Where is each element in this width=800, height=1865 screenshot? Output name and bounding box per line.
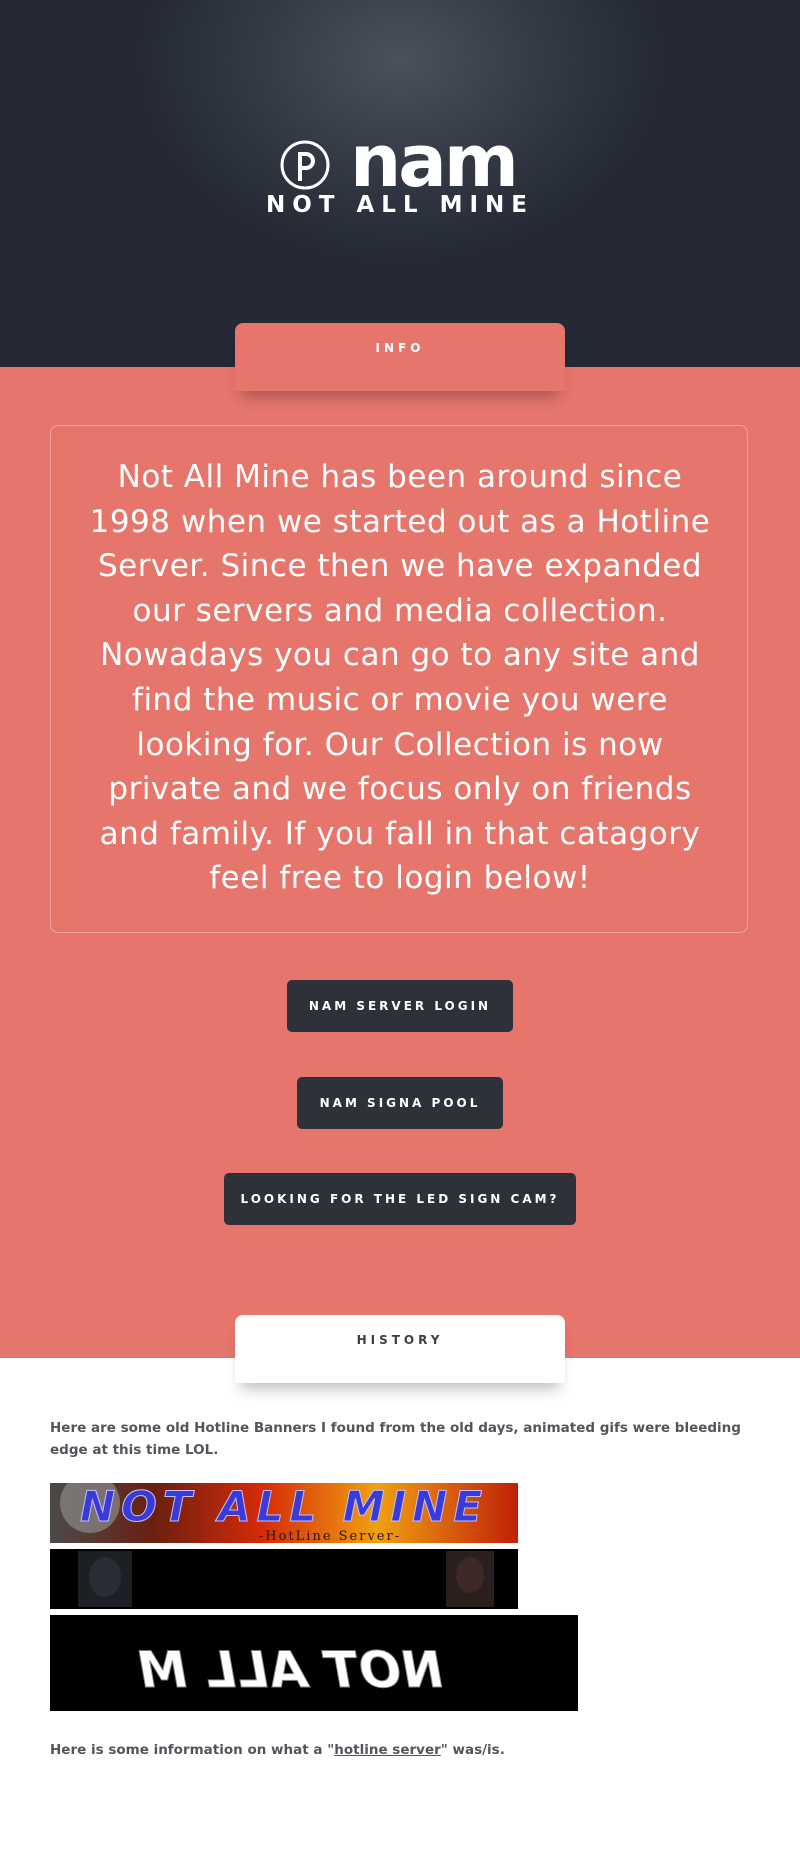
- info-text: Not All Mine has been around since 1998 …: [89, 459, 711, 897]
- hotline-banner-1: NOT ALL MINE -HotLine Server-: [50, 1483, 518, 1543]
- banner-1-subtitle: -HotLine Server-: [259, 1529, 401, 1543]
- banner-3-title: NOT ALL M: [133, 1640, 449, 1699]
- tab-info[interactable]: INFO: [235, 323, 565, 391]
- hotline-banner-3: NOT ALL M: [50, 1615, 578, 1711]
- logo-wordmark[interactable]: nam: [350, 125, 519, 197]
- signa-pool-button[interactable]: NAM SIGNA POOL: [297, 1077, 503, 1129]
- hotline-banner-2: [50, 1549, 518, 1609]
- tab-history-label: HISTORY: [356, 1333, 444, 1347]
- led-sign-cam-button[interactable]: LOOKING FOR THE LED SIGN CAM?: [224, 1173, 576, 1225]
- tab-history[interactable]: HISTORY: [235, 1315, 565, 1383]
- tab-info-label: INFO: [375, 341, 425, 355]
- hotline-server-link[interactable]: hotline server: [334, 1742, 441, 1758]
- logo-tagline: NOT ALL MINE: [265, 192, 535, 218]
- site-header: nam NOT ALL MINE: [0, 0, 800, 367]
- server-login-button[interactable]: NAM SERVER LOGIN: [287, 980, 513, 1032]
- history-intro: Here are some old Hotline Banners I foun…: [50, 1420, 741, 1458]
- banner-1-title: NOT ALL MINE: [80, 1483, 488, 1531]
- hotline-info-line: Here is some information on what a "hotl…: [50, 1742, 505, 1758]
- pirate-p-icon: [280, 140, 330, 190]
